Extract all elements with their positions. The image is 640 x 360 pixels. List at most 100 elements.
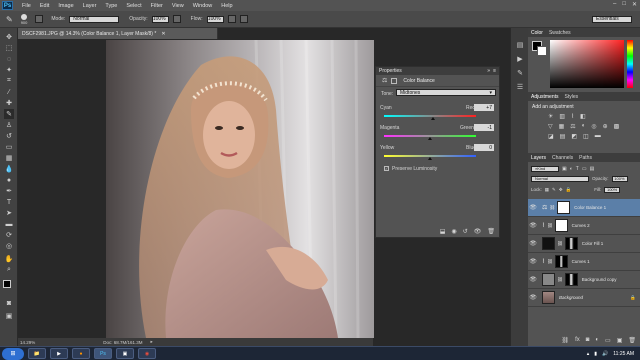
menu-view[interactable]: View	[172, 3, 184, 9]
layer-mask-thumbnail[interactable]	[564, 273, 578, 286]
photo-filter-icon[interactable]: ◎	[591, 123, 596, 130]
network-icon[interactable]: ▮	[594, 351, 597, 357]
eraser-tool-icon[interactable]: ▭	[4, 142, 14, 152]
tab-adjustments[interactable]: Adjustments	[531, 94, 559, 100]
panel-menu-icon[interactable]: ≡	[493, 68, 496, 74]
workspace-dropdown[interactable]: Essentials	[592, 15, 632, 23]
fill-input[interactable]: 100%	[604, 186, 621, 193]
brush-panel-icon[interactable]	[35, 15, 44, 23]
move-tool-icon[interactable]: ✥	[4, 32, 14, 42]
cyan-red-slider[interactable]	[384, 115, 476, 120]
hue-slider[interactable]	[627, 40, 633, 88]
close-icon[interactable]: ✕	[632, 1, 637, 8]
hand-tool-icon[interactable]: ✋	[4, 254, 14, 264]
magenta-green-thumb[interactable]	[427, 137, 432, 140]
taskbar-app-icon[interactable]: ▣	[116, 348, 134, 359]
type-tool-icon[interactable]: T	[4, 197, 14, 207]
screen-mode-icon[interactable]: ▣	[4, 311, 14, 321]
clone-stamp-tool-icon[interactable]: ♙	[4, 120, 14, 130]
preserve-luminosity-checkbox[interactable]: ✓	[384, 166, 389, 171]
blend-mode-dropdown[interactable]: Normal	[531, 175, 589, 182]
color-balance-adj-icon[interactable]: ⚖	[570, 123, 575, 130]
layer-thumbnail[interactable]	[542, 273, 555, 286]
visibility-eye-icon[interactable]: 👁	[528, 240, 538, 247]
threshold-icon[interactable]: ◩	[571, 133, 577, 140]
chain-icon[interactable]: ⛓	[547, 259, 553, 265]
start-button[interactable]: ⊞	[2, 347, 24, 360]
yellow-blue-value-input[interactable]: 0	[474, 144, 494, 151]
history-brush-tool-icon[interactable]: ↺	[4, 131, 14, 141]
selective-color-icon[interactable]: ◫	[583, 133, 589, 140]
exposure-icon[interactable]: ◧	[580, 113, 586, 120]
doc-info[interactable]: Doc: 68.7M/161.3M	[103, 340, 142, 345]
layer-row-curves-2[interactable]: 👁 ⌇ ⛓ Curves 2	[528, 217, 640, 235]
delete-layer-icon[interactable]: 🗑	[628, 337, 636, 344]
pressure-opacity-icon[interactable]	[172, 15, 181, 23]
lock-position-icon[interactable]: ✥	[559, 187, 563, 193]
brightness-icon[interactable]: ☀	[548, 113, 553, 120]
filter-type-icon[interactable]: T	[576, 166, 579, 172]
mask-icon[interactable]	[391, 77, 398, 84]
tab-paths[interactable]: Paths	[579, 155, 592, 161]
3d-camera-tool-icon[interactable]: ◎	[4, 241, 14, 251]
chain-icon[interactable]: ⛓	[547, 223, 553, 229]
document-tab[interactable]: DSCF2981.JPG @ 14.3% (Color Balance 1, L…	[18, 28, 218, 39]
airbrush-icon[interactable]	[227, 15, 236, 23]
volume-icon[interactable]: 🔊	[602, 351, 608, 357]
layer-row-background-copy[interactable]: 👁 ⛓ Background copy	[528, 271, 640, 289]
levels-icon[interactable]: ▥	[559, 113, 565, 120]
minimize-icon[interactable]: –	[613, 1, 616, 8]
healing-tool-icon[interactable]: ✚	[4, 98, 14, 108]
maximize-icon[interactable]: □	[622, 1, 626, 8]
magenta-green-slider[interactable]	[384, 135, 476, 140]
layer-style-icon[interactable]: fx	[575, 337, 580, 344]
lasso-tool-icon[interactable]: ◌	[4, 54, 14, 64]
visibility-eye-icon[interactable]: 👁	[528, 222, 538, 229]
chain-icon[interactable]: ⛓	[557, 277, 563, 283]
color-lookup-icon[interactable]: ▩	[614, 123, 620, 130]
visibility-eye-icon[interactable]: 👁	[528, 204, 538, 211]
reset-icon[interactable]: ↺	[463, 228, 468, 235]
gradient-map-icon[interactable]: ▬	[595, 133, 601, 140]
channel-mixer-icon[interactable]: ⊕	[603, 123, 608, 130]
quick-mask-icon[interactable]: ◙	[4, 298, 14, 308]
taskbar-firefox-icon[interactable]: ●	[72, 348, 90, 359]
blur-tool-icon[interactable]: 💧	[4, 164, 14, 174]
new-layer-icon[interactable]: ▣	[617, 337, 623, 344]
menu-window[interactable]: Window	[193, 3, 213, 9]
pen-tool-icon[interactable]: ✒	[4, 186, 14, 196]
fill-color-thumbnail[interactable]	[542, 237, 555, 250]
tab-swatches[interactable]: Swatches	[549, 30, 571, 36]
vibrance-icon[interactable]: ▽	[548, 123, 553, 130]
filter-pixel-icon[interactable]: ▣	[562, 166, 567, 172]
chain-icon[interactable]: ⛓	[549, 205, 555, 211]
menu-edit[interactable]: Edit	[40, 3, 49, 9]
marquee-tool-icon[interactable]: ⬚	[4, 43, 14, 53]
menu-filter[interactable]: Filter	[151, 3, 163, 9]
posterize-icon[interactable]: ▤	[560, 133, 566, 140]
taskbar-explorer-icon[interactable]: 📁	[28, 348, 46, 359]
tab-color[interactable]: Color	[531, 30, 543, 36]
actions-panel-icon[interactable]: ▶	[515, 54, 525, 64]
crop-tool-icon[interactable]: ⌗	[4, 76, 14, 86]
tray-arrow-icon[interactable]: ▴	[587, 351, 590, 357]
shape-tool-icon[interactable]: ▬	[4, 219, 14, 229]
hue-sat-icon[interactable]: ▦	[559, 123, 565, 130]
layer-mask-thumbnail[interactable]	[557, 201, 571, 214]
gradient-tool-icon[interactable]: ▦	[4, 153, 14, 163]
menu-file[interactable]: File	[22, 3, 31, 9]
zoom-level[interactable]: 14.29%	[20, 340, 35, 345]
layer-row-curves-1[interactable]: 👁 ⌇ ⛓ Curves 1	[528, 253, 640, 271]
path-select-tool-icon[interactable]: ➤	[4, 208, 14, 218]
flow-input[interactable]: 100%	[206, 15, 224, 23]
magenta-green-value-input[interactable]: -1	[474, 124, 494, 131]
background-color-chip[interactable]	[537, 46, 547, 56]
brush-preset-icon[interactable]: 900	[21, 13, 27, 25]
taskbar-chrome-icon[interactable]: ◉	[138, 348, 156, 359]
layer-row-background[interactable]: 👁 Background 🔒	[528, 289, 640, 307]
clip-to-layer-icon[interactable]: ⬓	[440, 228, 446, 235]
black-white-icon[interactable]: ◐	[582, 123, 586, 130]
curves-icon[interactable]: ⌇	[571, 113, 574, 120]
layer-mask-thumbnail[interactable]	[554, 255, 568, 268]
layer-mask-thumbnail[interactable]	[564, 237, 578, 250]
